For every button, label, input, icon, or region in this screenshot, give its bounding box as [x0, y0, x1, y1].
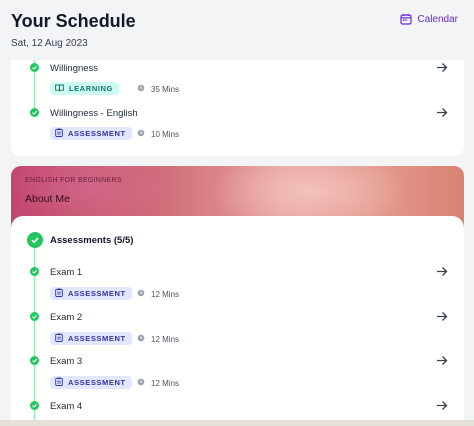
duration-label: 10 Mins: [151, 129, 180, 139]
duration: 12 Mins: [137, 378, 179, 388]
badge-label: ASSESSMENT: [68, 334, 126, 343]
duration-label: 35 Mins: [151, 84, 180, 94]
item-title: Exam 1: [50, 267, 83, 278]
calendar-button[interactable]: Calendar: [400, 13, 458, 25]
assessment-badge: ASSESSMENT: [50, 376, 132, 389]
list-item[interactable]: Exam 2 ASSESSMENT 12 Mins: [11, 311, 464, 355]
bottom-edge: [0, 420, 474, 426]
check-icon: [30, 267, 39, 276]
item-title: Exam 3: [50, 356, 83, 367]
list-item[interactable]: Exam 1 ASSESSMENT 12 Mins: [11, 266, 464, 310]
arrow-right-icon[interactable]: [436, 400, 448, 411]
learning-badge: LEARNING: [50, 82, 119, 95]
item-title: Exam 2: [50, 312, 83, 323]
clock-icon: [137, 334, 145, 344]
course-title: About Me: [25, 193, 70, 205]
course-card: ENGLISH FOR BEGINNERS About Me Assessmen…: [11, 166, 464, 426]
list-item[interactable]: Exam 3 ASSESSMENT 12 Mins: [11, 355, 464, 399]
check-circle-icon: [27, 232, 43, 248]
arrow-right-icon[interactable]: [436, 62, 448, 73]
check-icon: [30, 63, 39, 72]
duration: 12 Mins: [137, 289, 179, 299]
calendar-label: Calendar: [417, 13, 458, 25]
book-icon: [55, 84, 64, 94]
clipboard-icon: [55, 128, 63, 139]
badge-label: ASSESSMENT: [68, 289, 126, 298]
check-icon: [30, 108, 39, 117]
item-title: Willingness - English: [50, 108, 138, 119]
section-header[interactable]: Assessments (5/5): [27, 232, 133, 248]
course-subtitle: ENGLISH FOR BEGINNERS: [25, 177, 122, 184]
module-card: Willingness LEARNING 35 Mins Willingness…: [11, 60, 464, 156]
check-icon: [30, 312, 39, 321]
arrow-right-icon[interactable]: [436, 266, 448, 277]
arrow-right-icon[interactable]: [436, 311, 448, 322]
calendar-icon: [400, 13, 413, 25]
assessment-badge: ASSESSMENT: [50, 127, 132, 140]
schedule-date: Sat, 12 Aug 2023: [11, 38, 88, 49]
badge-label: ASSESSMENT: [68, 129, 126, 138]
clipboard-icon: [55, 377, 63, 388]
clock-icon: [137, 129, 145, 139]
clock-icon: [137, 378, 145, 388]
badge-label: LEARNING: [69, 84, 113, 93]
duration: 35 Mins: [137, 84, 179, 94]
duration-label: 12 Mins: [151, 378, 180, 388]
arrow-right-icon[interactable]: [436, 107, 448, 118]
item-title: Willingness: [50, 63, 99, 74]
clock-icon: [137, 84, 145, 94]
clipboard-icon: [55, 288, 63, 299]
section-title: Assessments (5/5): [50, 234, 134, 246]
page-title: Your Schedule: [11, 11, 136, 31]
duration: 10 Mins: [137, 129, 179, 139]
assessments-panel: Assessments (5/5) Exam 1 ASSESSMENT 12 M…: [11, 216, 464, 426]
duration-label: 12 Mins: [151, 334, 180, 344]
clock-icon: [137, 289, 145, 299]
duration: 12 Mins: [137, 334, 179, 344]
page-header: Your Schedule Sat, 12 Aug 2023 Calendar: [0, 0, 474, 60]
check-icon: [30, 356, 39, 365]
assessment-badge: ASSESSMENT: [50, 287, 132, 300]
list-item[interactable]: Willingness - English ASSESSMENT 10 Mins: [11, 105, 464, 149]
check-icon: [30, 401, 39, 410]
badge-label: ASSESSMENT: [68, 378, 126, 387]
duration-label: 12 Mins: [151, 289, 180, 299]
item-title: Exam 4: [50, 401, 83, 412]
assessment-badge: ASSESSMENT: [50, 332, 132, 345]
list-item[interactable]: Willingness LEARNING 35 Mins: [11, 60, 464, 104]
clipboard-icon: [55, 333, 63, 344]
arrow-right-icon[interactable]: [436, 355, 448, 366]
